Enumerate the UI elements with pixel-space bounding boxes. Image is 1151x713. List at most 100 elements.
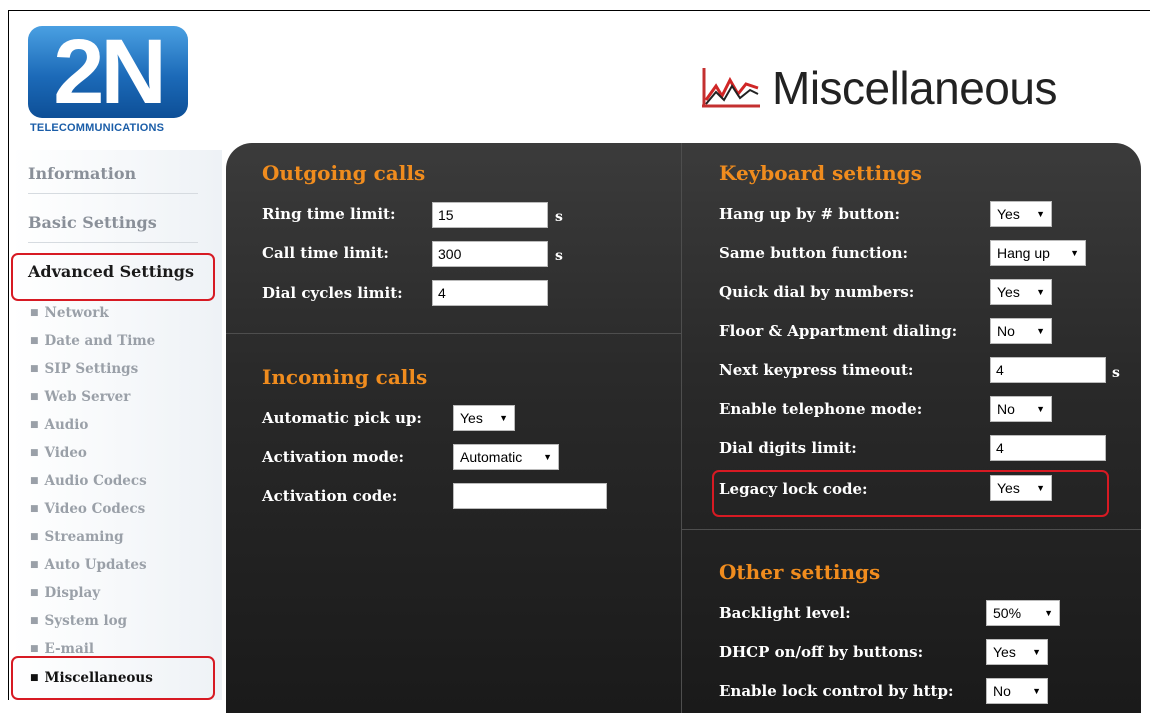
sidebar-item-label: System log xyxy=(44,613,128,629)
next-keypress-timeout-label: Next keypress timeout: xyxy=(719,361,914,379)
page-title: Miscellaneous xyxy=(772,62,1057,114)
select-value: No xyxy=(997,401,1015,417)
ring-time-limit-label: Ring time limit: xyxy=(262,205,396,223)
sidebar-item-display[interactable]: ■ Display xyxy=(30,585,100,601)
select-value: No xyxy=(993,683,1011,699)
sidebar-item-sip-settings[interactable]: ■ SIP Settings xyxy=(30,361,138,377)
select-value: Yes xyxy=(997,284,1020,300)
enable-telephone-mode-select[interactable]: No ▼ xyxy=(990,396,1052,422)
sidebar-item-label: Network xyxy=(44,305,109,321)
call-time-limit-input[interactable] xyxy=(432,241,548,267)
page-header: Miscellaneous xyxy=(700,58,1057,118)
sidebar-item-auto-updates[interactable]: ■ Auto Updates xyxy=(30,557,147,573)
dhcp-on-off-select[interactable]: Yes ▼ xyxy=(986,639,1048,665)
section-divider xyxy=(226,333,681,334)
sidebar-item-date-and-time[interactable]: ■ Date and Time xyxy=(30,333,155,349)
floor-appartment-dialing-select[interactable]: No ▼ xyxy=(990,318,1052,344)
sidebar-item-label: Audio Codecs xyxy=(44,473,147,489)
sidebar-item-audio[interactable]: ■ Audio xyxy=(30,417,88,433)
backlight-level-select[interactable]: 50% ▼ xyxy=(986,600,1060,626)
sidebar-item-label: Display xyxy=(44,585,101,601)
section-divider xyxy=(682,529,1141,530)
sidebar-item-e-mail[interactable]: ■ E-mail xyxy=(30,641,94,657)
activation-code-label: Activation code: xyxy=(262,487,398,505)
logo-subtitle: TELECOMMUNICATIONS xyxy=(30,122,165,134)
logo: 2N xyxy=(28,26,188,122)
enable-telephone-mode-label: Enable telephone mode: xyxy=(719,400,923,418)
sidebar-item-video[interactable]: ■ Video xyxy=(30,445,87,461)
next-keypress-timeout-input[interactable] xyxy=(990,357,1106,383)
hang-up-select[interactable]: Yes ▼ xyxy=(990,201,1052,227)
sidebar-item-audio-codecs[interactable]: ■ Audio Codecs xyxy=(30,473,147,489)
sidebar-item-network[interactable]: ■ Network xyxy=(30,305,109,321)
automatic-pick-up-label: Automatic pick up: xyxy=(262,409,422,427)
column-divider xyxy=(681,143,682,713)
sidebar-item-video-codecs[interactable]: ■ Video Codecs xyxy=(30,501,145,517)
sidebar-item-label: Streaming xyxy=(44,529,124,545)
select-value: Yes xyxy=(993,644,1016,660)
activation-mode-select[interactable]: Automatic ▼ xyxy=(453,444,559,470)
dial-cycles-limit-label: Dial cycles limit: xyxy=(262,284,403,302)
sidebar-item-label: Date and Time xyxy=(44,333,156,349)
highlight-miscellaneous xyxy=(11,656,215,700)
chevron-down-icon: ▼ xyxy=(499,413,508,423)
chevron-down-icon: ▼ xyxy=(1036,326,1045,336)
select-value: 50% xyxy=(993,605,1022,621)
highlight-advanced-settings xyxy=(11,253,215,301)
select-value: Yes xyxy=(460,410,483,426)
activation-mode-label: Activation mode: xyxy=(262,448,405,466)
dhcp-on-off-label: DHCP on/off by buttons: xyxy=(719,643,924,661)
sidebar-item-system-log[interactable]: ■ System log xyxy=(30,613,127,629)
bullet-icon: ■ xyxy=(30,336,39,346)
ring-time-limit-input[interactable] xyxy=(432,202,548,228)
quick-dial-select[interactable]: Yes ▼ xyxy=(990,279,1052,305)
chevron-down-icon: ▼ xyxy=(543,452,552,462)
dial-cycles-limit-input[interactable] xyxy=(432,280,548,306)
logo-text: 2N xyxy=(53,26,167,118)
dial-digits-limit-label: Dial digits limit: xyxy=(719,439,857,457)
lock-control-http-label: Enable lock control by http: xyxy=(719,682,954,700)
sidebar-item-label: Auto Updates xyxy=(44,557,147,573)
chevron-down-icon: ▼ xyxy=(1032,686,1041,696)
bullet-icon: ■ xyxy=(30,392,39,402)
keyboard-settings-title: Keyboard settings xyxy=(719,161,922,185)
sidebar-item-label: E-mail xyxy=(44,641,94,657)
bullet-icon: ■ xyxy=(30,644,39,654)
sidebar-item-label: Audio xyxy=(44,417,89,433)
bullet-icon: ■ xyxy=(30,364,39,374)
call-time-limit-label: Call time limit: xyxy=(262,244,389,262)
activation-code-input[interactable] xyxy=(453,483,607,509)
sidebar-item-web-server[interactable]: ■ Web Server xyxy=(30,389,130,405)
sidebar-item-basic-settings[interactable]: Basic Settings xyxy=(28,213,198,243)
chart-line-icon xyxy=(702,68,760,108)
select-value: Hang up xyxy=(997,245,1050,261)
automatic-pick-up-select[interactable]: Yes ▼ xyxy=(453,405,515,431)
bullet-icon: ■ xyxy=(30,476,39,486)
bullet-icon: ■ xyxy=(30,532,39,542)
bullet-icon: ■ xyxy=(30,448,39,458)
bullet-icon: ■ xyxy=(30,504,39,514)
sidebar-item-label: SIP Settings xyxy=(44,361,139,377)
bullet-icon: ■ xyxy=(30,308,39,318)
sidebar-item-information[interactable]: Information xyxy=(28,164,198,194)
same-button-function-label: Same button function: xyxy=(719,244,909,262)
chevron-down-icon: ▼ xyxy=(1036,287,1045,297)
sidebar: Information Basic Settings Advanced Sett… xyxy=(12,150,222,700)
bullet-icon: ■ xyxy=(30,616,39,626)
same-button-function-select[interactable]: Hang up ▼ xyxy=(990,240,1086,266)
lock-control-http-select[interactable]: No ▼ xyxy=(986,678,1048,704)
settings-panel: Outgoing calls Ring time limit: s Call t… xyxy=(226,143,1141,713)
bullet-icon: ■ xyxy=(30,420,39,430)
incoming-calls-title: Incoming calls xyxy=(262,365,428,389)
chevron-down-icon: ▼ xyxy=(1036,404,1045,414)
sidebar-item-label: Video xyxy=(44,445,87,461)
select-value: Automatic xyxy=(460,449,523,465)
next-keypress-unit: s xyxy=(1112,365,1120,381)
sidebar-item-label: Video Codecs xyxy=(44,501,146,517)
sidebar-item-streaming[interactable]: ■ Streaming xyxy=(30,529,124,545)
chevron-down-icon: ▼ xyxy=(1044,608,1053,618)
ring-time-unit: s xyxy=(555,209,563,225)
dial-digits-limit-input[interactable] xyxy=(990,435,1106,461)
chevron-down-icon: ▼ xyxy=(1032,647,1041,657)
floor-appartment-dialing-label: Floor & Appartment dialing: xyxy=(719,322,958,340)
